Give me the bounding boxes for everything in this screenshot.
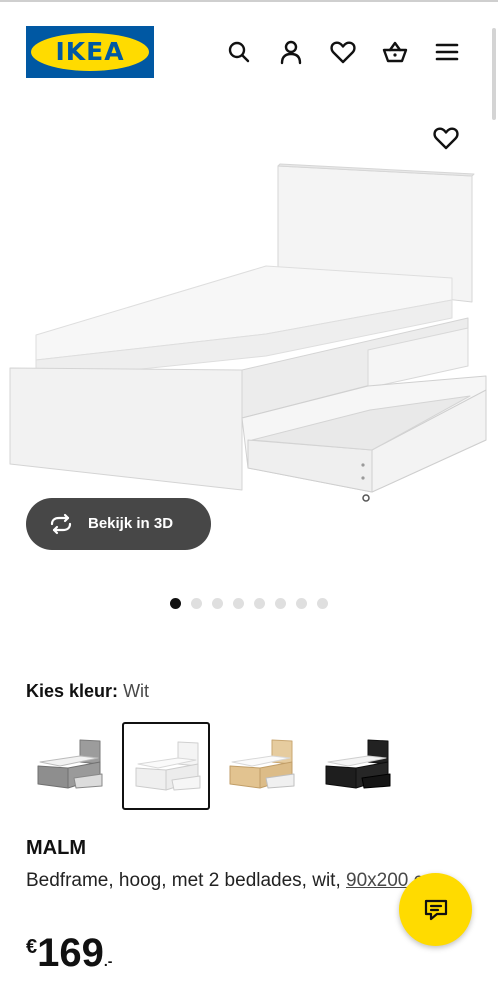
- color-label: Kies kleur:: [26, 681, 119, 701]
- color-swatch-black[interactable]: [314, 722, 402, 810]
- user-icon[interactable]: [277, 38, 305, 66]
- price-currency: €: [26, 936, 38, 958]
- product-description-text: Bedframe, hoog, met 2 bedlades, wit,: [26, 870, 341, 891]
- color-swatch-grey[interactable]: [26, 722, 114, 810]
- carousel-dot[interactable]: [254, 598, 265, 609]
- rotate-3d-icon: [50, 513, 72, 535]
- menu-icon[interactable]: [433, 38, 461, 66]
- heart-icon[interactable]: [329, 38, 357, 66]
- price-integer: 169: [37, 931, 104, 975]
- carousel-dot[interactable]: [296, 598, 307, 609]
- carousel-dot[interactable]: [275, 598, 286, 609]
- color-selector-label: Kies kleur: Wit: [26, 680, 149, 702]
- chat-icon: [424, 899, 448, 921]
- product-image[interactable]: [0, 150, 498, 520]
- carousel-dot[interactable]: [212, 598, 223, 609]
- color-swatch-white[interactable]: [122, 722, 210, 810]
- color-swatch-oak[interactable]: [218, 722, 306, 810]
- top-border: [0, 0, 498, 2]
- product-description: Bedframe, hoog, met 2 bedlades, wit, 90x…: [26, 866, 466, 896]
- chat-button[interactable]: [399, 873, 472, 946]
- favorite-heart-icon[interactable]: [432, 124, 460, 152]
- scrollbar[interactable]: [492, 28, 496, 120]
- view-3d-button[interactable]: Bekijk in 3D: [26, 498, 211, 550]
- carousel-dots: [170, 598, 328, 610]
- product-price: €169.-: [26, 928, 112, 987]
- carousel-dot[interactable]: [233, 598, 244, 609]
- ikea-logo[interactable]: IKEA: [26, 26, 154, 78]
- product-name: MALM: [26, 837, 86, 859]
- carousel-dot[interactable]: [317, 598, 328, 609]
- basket-icon[interactable]: [381, 38, 409, 66]
- logo-text: IKEA: [55, 37, 125, 66]
- view-3d-label: Bekijk in 3D: [88, 515, 174, 532]
- selected-color-value: Wit: [123, 681, 150, 701]
- carousel-dot[interactable]: [170, 598, 181, 609]
- search-icon[interactable]: [225, 38, 253, 66]
- carousel-dot[interactable]: [191, 598, 202, 609]
- price-decimal: .-: [103, 953, 113, 969]
